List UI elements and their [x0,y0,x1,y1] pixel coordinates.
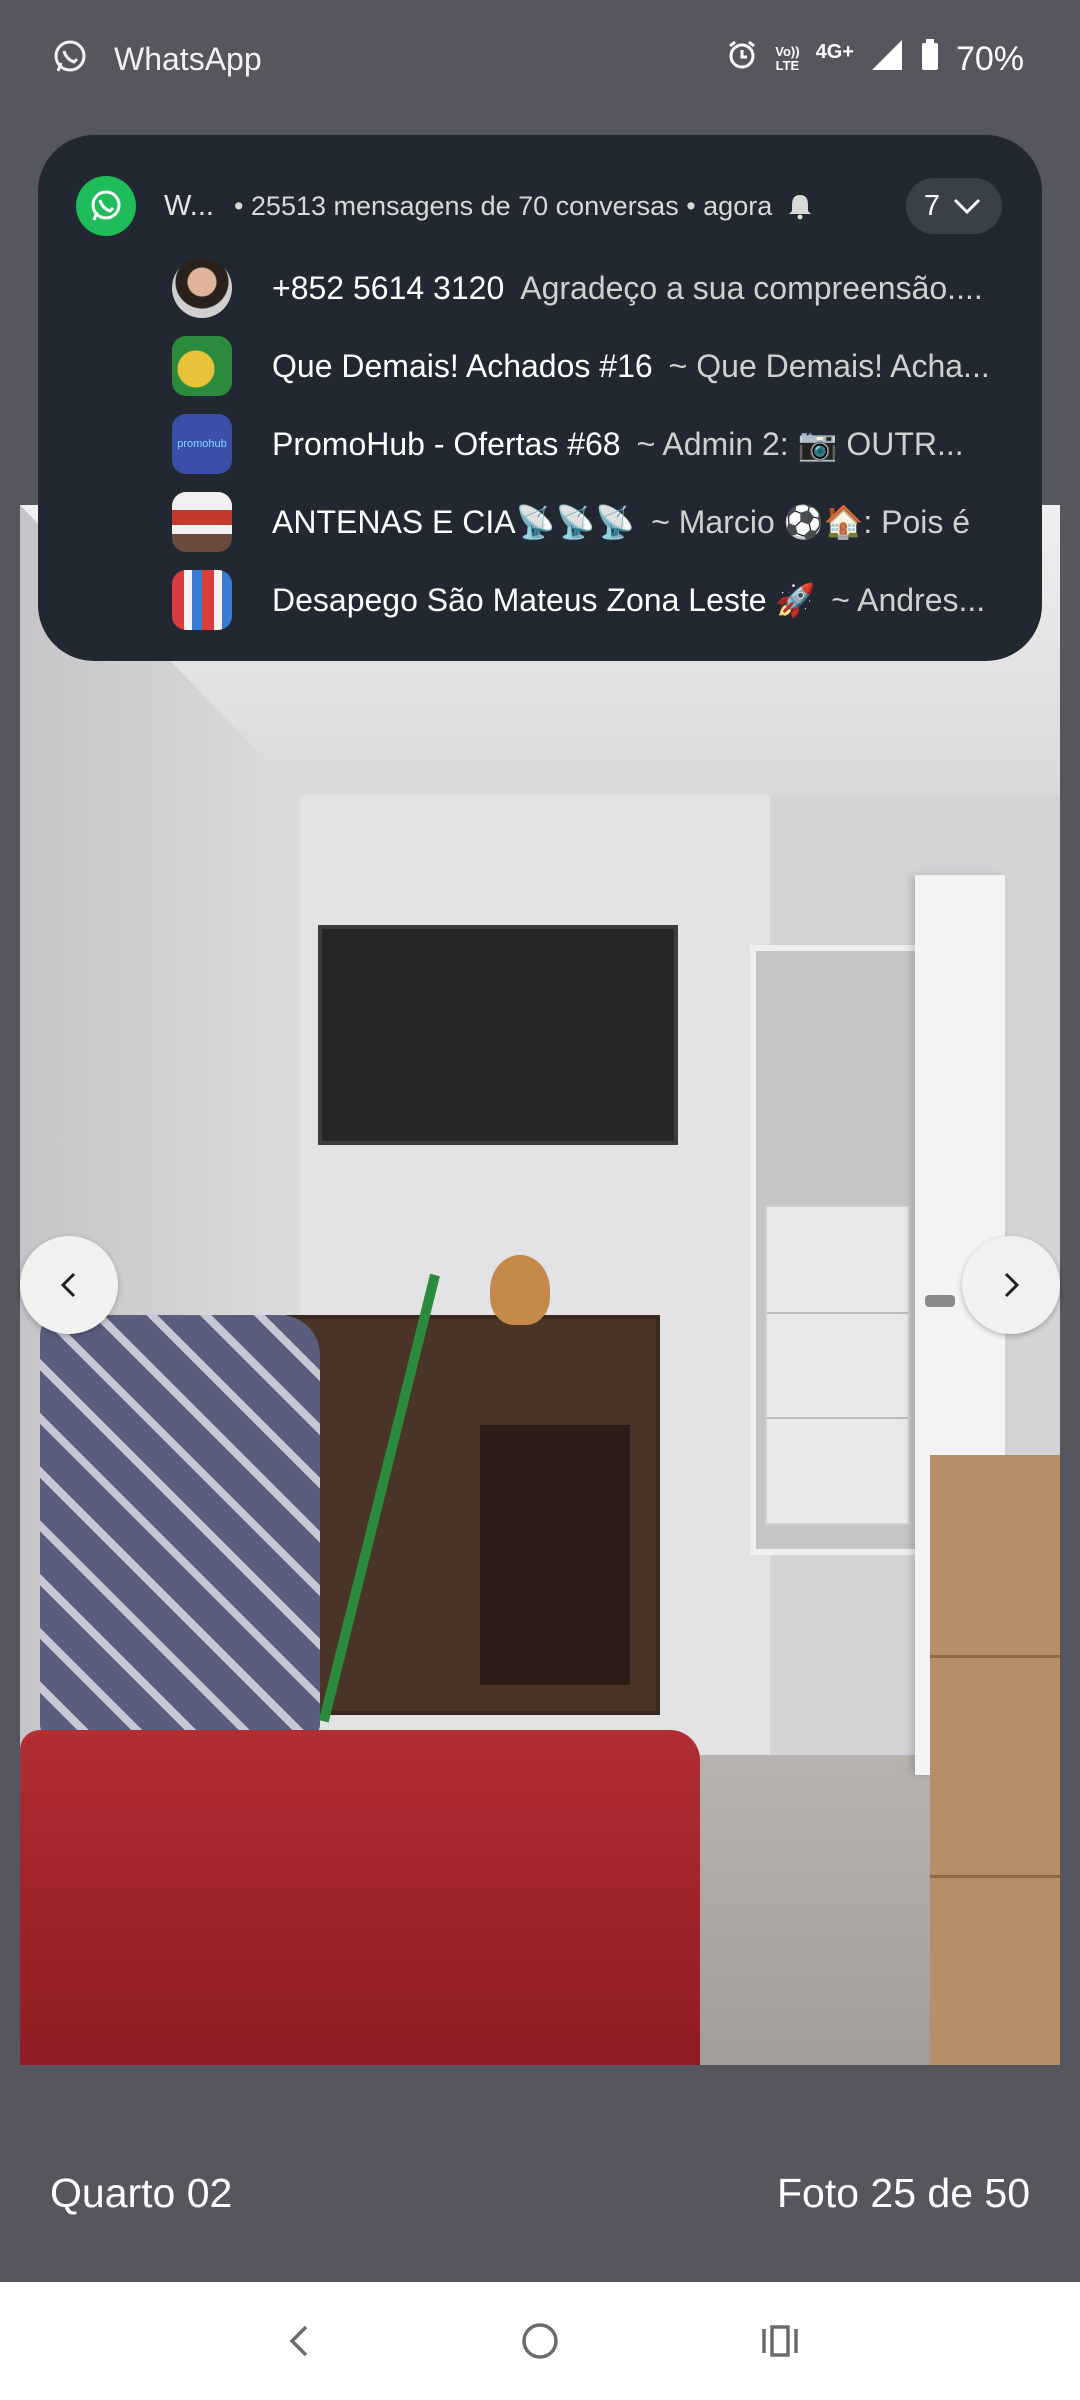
home-icon [522,2323,558,2359]
photo-towel [40,1315,320,1735]
message-row[interactable]: Desapego São Mateus Zona Leste 🚀 ~ Andres… [76,561,1002,639]
chevron-left-icon [60,1272,76,1298]
message-preview: ~ Andres... [831,582,986,618]
avatar [172,570,232,630]
message-list: +852 5614 3120 Agradeço a sua compreensão… [76,249,1002,639]
system-navigation-bar [0,2282,1080,2400]
photo-counter: Foto 25 de 50 [776,2170,1030,2216]
message-row[interactable]: ANTENAS E CIA📡📡📡 ~ Marcio ⚽🏠: Pois é [76,483,1002,561]
battery-icon [920,38,940,80]
message-sender: Que Demais! Achados #16 [272,347,653,384]
message-preview: Agradeço a sua compreensão.... [520,269,983,306]
whatsapp-logo-icon [76,176,136,236]
bell-icon [789,195,812,220]
whatsapp-icon [52,39,88,80]
message-sender: ANTENAS E CIA📡📡📡 [272,504,636,540]
notification-app-name: W... [164,189,214,222]
message-sender: +852 5614 3120 [272,269,505,306]
battery-percent: 70% [955,39,1024,78]
photo-boxes [930,1455,1060,2065]
avatar: promohub [172,414,232,474]
status-bar: WhatsApp Vo)) LTE 4G+ 70% [0,0,1080,118]
whatsapp-notification[interactable]: W... • 25513 mensagens de 70 conversas •… [38,135,1042,661]
message-preview: ~ Marcio ⚽🏠: Pois é [651,504,971,540]
message-row[interactable]: Que Demais! Achados #16 ~ Que Demais! Ach… [76,327,1002,405]
message-sender: Desapego São Mateus Zona Leste 🚀 [272,582,816,618]
message-row[interactable]: promohub PromoHub - Ofertas #68 ~ Admin 2… [76,405,1002,483]
recents-icon [762,2325,798,2357]
notification-count: 7 [923,189,941,222]
system-back-button[interactable] [265,2306,335,2376]
avatar [172,336,232,396]
status-app-name: WhatsApp [114,40,262,77]
chevron-right-icon [1004,1272,1020,1298]
photo-cabinet [765,1205,910,1525]
next-photo-button[interactable] [962,1236,1060,1334]
message-preview: ~ Admin 2: 📷 OUTR... [636,426,964,462]
chevron-down-icon [954,198,981,215]
network-type: 4G+ [815,40,854,63]
system-recents-button[interactable] [745,2306,815,2376]
message-row[interactable]: +852 5614 3120 Agradeço a sua compreensão… [76,249,1002,327]
system-home-button[interactable] [505,2306,575,2376]
previous-photo-button[interactable] [20,1236,118,1334]
back-icon [289,2325,308,2357]
notification-meta: • 25513 mensagens de 70 conversas • agor… [233,190,773,221]
room-label: Quarto 02 [50,2170,233,2216]
avatar [172,492,232,552]
volte-indicator: Vo)) LTE [775,44,800,73]
alarm-icon [725,38,759,80]
notification-header: W... • 25513 mensagens de 70 conversas •… [76,173,1002,239]
photo-dresser-shelf [480,1425,630,1685]
message-sender: PromoHub - Ofertas #68 [272,426,621,462]
avatar [172,258,232,318]
message-preview: ~ Que Demais! Acha... [668,347,990,384]
photo-teddy-bear [490,1255,550,1325]
room-photo[interactable] [20,505,1060,2065]
promohub-logo-text: promohub [177,438,227,450]
expand-notification-button[interactable]: 7 [906,178,1002,234]
photo-bed [20,1730,700,2065]
photo-tv [318,925,678,1145]
signal-icon [870,38,904,80]
photo-door-handle [925,1295,955,1307]
